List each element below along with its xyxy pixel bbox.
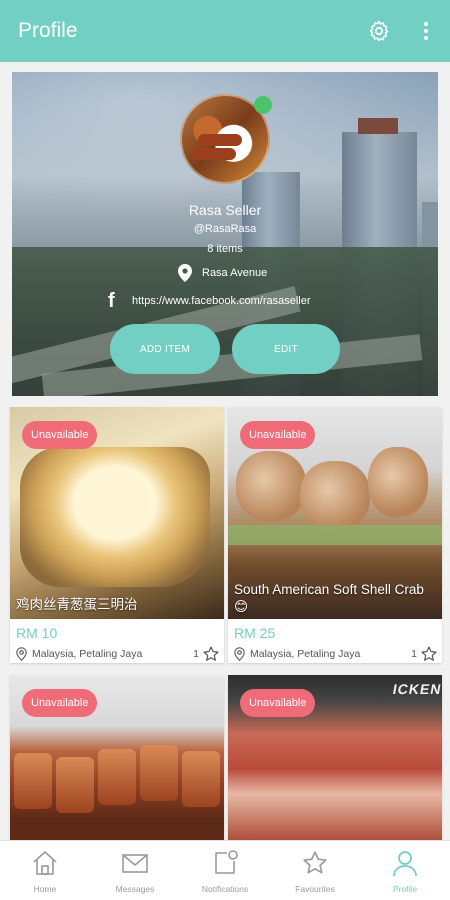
seller-location: Rasa Avenue xyxy=(178,263,267,283)
nav-label-notifications: Notifications xyxy=(201,884,249,894)
listing-photo[interactable]: Unavailable South American Soft Shell Cr… xyxy=(228,407,442,619)
facebook-link[interactable]: f https://www.facebook.com/rasaseller xyxy=(108,290,311,312)
listing-photo-food xyxy=(182,751,220,807)
listing-card[interactable]: Unavailable 鸡肉丝青葱蛋三明治 RM 10 Malaysia, Pe… xyxy=(10,407,224,663)
seller-item-count: 8 items xyxy=(207,243,243,255)
page-title: Profile xyxy=(18,19,78,42)
seller-handle: @RasaRasa xyxy=(193,223,257,235)
listing-photo-food xyxy=(20,447,210,587)
listing-card[interactable]: Unavailable xyxy=(10,675,224,845)
profile-header: Rasa Seller @RasaRasa 8 items Rasa Avenu… xyxy=(12,72,438,396)
person-icon xyxy=(393,851,417,877)
listing-meta: Malaysia, Petaling Jaya 1 xyxy=(234,645,438,663)
listing-price: RM 10 xyxy=(16,625,58,641)
listing-meta: Malaysia, Petaling Jaya 1 xyxy=(16,645,220,663)
nav-item-home[interactable]: Home xyxy=(0,841,90,900)
listing-price: RM 25 xyxy=(234,625,276,641)
location-pin-icon xyxy=(234,647,245,661)
avatar-food-detail xyxy=(192,148,236,160)
listing-photo-sign: ICKEN xyxy=(392,681,442,697)
listing-photo[interactable]: Unavailable xyxy=(10,675,224,845)
status-badge: Unavailable xyxy=(240,689,316,717)
listing-name: 鸡肉丝青葱蛋三明治 xyxy=(16,597,138,612)
avatar-food-detail xyxy=(198,134,242,146)
nav-item-profile[interactable]: Profile xyxy=(360,841,450,900)
location-pin-icon xyxy=(178,264,192,282)
gear-icon[interactable] xyxy=(367,19,391,43)
edit-profile-button[interactable]: EDIT xyxy=(232,324,340,374)
listing-card[interactable]: ICKEN Unavailable xyxy=(228,675,442,845)
star-icon[interactable] xyxy=(420,645,438,663)
listing-photo-food xyxy=(98,749,136,805)
app-bar: Profile xyxy=(0,0,450,62)
listing-photo-garnish xyxy=(228,525,442,545)
status-badge: Unavailable xyxy=(22,421,98,449)
listing-photo-food xyxy=(300,461,370,531)
mail-icon xyxy=(122,854,148,873)
seller-name: Rasa Seller xyxy=(188,202,262,218)
listing-name: South American Soft Shell Crab😊 xyxy=(234,582,424,614)
listing-photo-food xyxy=(14,753,52,809)
add-item-button[interactable]: ADD ITEM xyxy=(110,324,220,374)
listing-photo[interactable]: Unavailable 鸡肉丝青葱蛋三明治 xyxy=(10,407,224,619)
star-icon[interactable] xyxy=(202,645,220,663)
nav-item-messages[interactable]: Messages xyxy=(90,841,180,900)
online-status-indicator xyxy=(254,96,272,114)
status-badge: Unavailable xyxy=(240,421,316,449)
nav-label-home: Home xyxy=(33,884,57,894)
nav-label-favourites: Favourites xyxy=(295,884,335,894)
nav-item-favourites[interactable]: Favourites xyxy=(270,841,360,900)
favourite-count: 1 xyxy=(411,648,417,660)
listing-photo-food xyxy=(56,757,94,813)
listing-photo[interactable]: ICKEN Unavailable xyxy=(228,675,442,845)
nav-label-profile: Profile xyxy=(392,884,418,894)
bottom-navigation: Home Messages Notifications Favourites P… xyxy=(0,840,450,900)
location-pin-icon xyxy=(16,647,27,661)
more-vertical-icon[interactable] xyxy=(418,20,434,42)
status-badge: Unavailable xyxy=(22,689,98,717)
listing-location: Malaysia, Petaling Jaya xyxy=(32,648,143,660)
listing-photo-food xyxy=(140,745,178,801)
listing-location: Malaysia, Petaling Jaya xyxy=(250,648,361,660)
facebook-url-text[interactable]: https://www.facebook.com/rasaseller xyxy=(132,295,311,307)
home-icon xyxy=(33,851,57,875)
nav-label-messages: Messages xyxy=(115,884,155,894)
listing-photo-food xyxy=(236,451,306,521)
notification-icon xyxy=(215,850,238,874)
favourite-count: 1 xyxy=(193,648,199,660)
listing-photo-food xyxy=(368,447,428,517)
listing-card[interactable]: Unavailable South American Soft Shell Cr… xyxy=(228,407,442,663)
nav-item-notifications[interactable]: Notifications xyxy=(180,841,270,900)
star-icon xyxy=(303,851,327,874)
seller-location-text: Rasa Avenue xyxy=(202,267,268,279)
facebook-icon: f xyxy=(108,289,115,312)
